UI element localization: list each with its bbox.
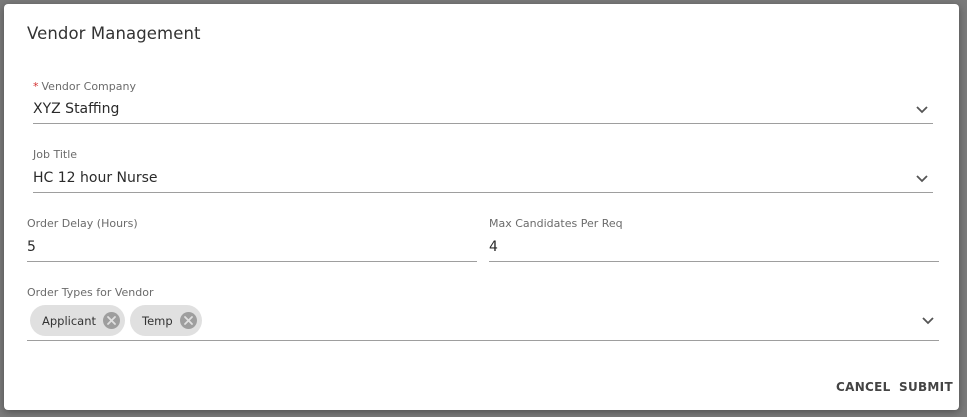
max-candidates-label: Max Candidates Per Req [489,217,623,230]
vendor-company-underline [33,123,933,124]
order-types-underline [27,340,939,341]
chevron-down-icon[interactable] [915,174,929,184]
job-title-label: Job Title [33,148,78,161]
max-candidates-input[interactable]: 4 [489,239,498,255]
chip-label: Applicant [42,313,97,328]
job-title-select[interactable]: HC 12 hour Nurse [33,170,158,186]
job-title-underline [33,192,933,193]
order-delay-underline [27,261,477,262]
chevron-down-icon[interactable] [915,105,929,115]
dialog-title: Vendor Management [27,24,201,43]
order-delay-input[interactable]: 5 [27,239,36,255]
required-marker: * [33,80,39,93]
cancel-button[interactable]: CANCEL [836,380,891,394]
vendor-company-label-text: Vendor Company [41,80,136,93]
chip-temp: Temp [130,305,202,336]
max-candidates-underline [489,261,939,262]
order-types-label: Order Types for Vendor [27,286,154,299]
cancel-circle-icon[interactable] [102,311,121,330]
vendor-company-select[interactable]: XYZ Staffing [33,101,119,117]
order-delay-label: Order Delay (Hours) [27,217,138,230]
vendor-management-dialog: Vendor Management * Vendor Company XYZ St… [4,4,959,410]
submit-button[interactable]: SUBMIT [899,380,953,394]
cancel-circle-icon[interactable] [179,311,198,330]
chevron-down-icon[interactable] [921,316,935,326]
chip-label: Temp [142,313,173,328]
chip-applicant: Applicant [30,305,126,336]
vendor-company-label: * Vendor Company [33,80,136,93]
